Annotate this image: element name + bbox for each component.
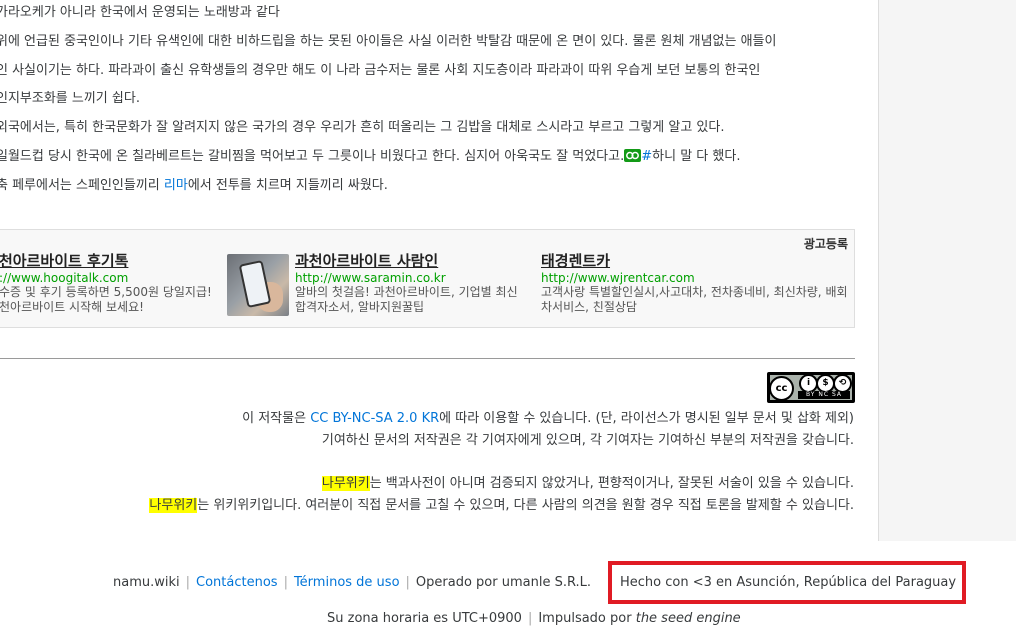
ad-url[interactable]: http://www.wjrentcar.com: [541, 271, 851, 285]
footer-secondary: Su zona horaria es UTC+0900 | Impulsado po…: [327, 610, 741, 628]
cc-badge-label: BY NC SA: [798, 391, 850, 399]
disclaimer-text: 는 백과사전이 아니며 검증되지 않았거나, 편향적이거나, 잘못된 서술이 있…: [369, 476, 854, 491]
right-gutter: [878, 0, 1016, 541]
article-line: 일월드컵 당시 한국에 온 칠라베르트는 갈비찜을 먹어보고 두 그릇이나 비웠…: [0, 148, 740, 166]
ad-item[interactable]: 태경렌트카 http://www.wjrentcar.com 고객사랑 특별할인…: [541, 250, 851, 315]
lima-link[interactable]: 리마: [164, 178, 188, 193]
article-text: 일월드컵 당시 한국에 온 칠라베르트는 갈비찜을 먹어보고 두 그릇이나 비웠…: [0, 149, 625, 164]
timezone-text: Su zona horaria es UTC+0900: [327, 611, 522, 626]
license-text: 이 저작물은: [242, 411, 311, 426]
page: 가라오케가 아니라 한국에서 운영되는 노래방과 같다 위에 언급된 중국인이나…: [0, 0, 1016, 642]
made-in-text: Hecho con <3 en Asunción, República del …: [620, 575, 957, 590]
license-line: 이 저작물은 CC BY-NC-SA 2.0 KR에 따라 이용할 수 있습니다…: [242, 410, 854, 428]
ad-title[interactable]: 천아르바이트 후기톡: [0, 250, 221, 271]
article-line: 인지부조화를 느끼기 쉽다.: [0, 91, 140, 106]
ad-box: 광고등록 천아르바이트 후기톡 ://www.hoogitalk.com 수증 …: [0, 229, 855, 328]
ad-item[interactable]: 천아르바이트 후기톡 ://www.hoogitalk.com 수증 및 후기 …: [0, 250, 221, 315]
article-line: 인 사실이기는 하다. 파라과이 출신 유학생들의 경우만 해도 이 나라 금수…: [0, 63, 761, 78]
engine-name: the seed engine: [635, 611, 741, 626]
namuwiki-highlight: 나무위키: [321, 476, 370, 491]
cc-license-link[interactable]: CC BY-NC-SA 2.0 KR: [310, 411, 439, 426]
namuwiki-highlight: 나무위키: [149, 498, 198, 513]
ad-description: 수증 및 후기 등록하면 5,500원 당일지급! 천아르바이트 시작해 보세요…: [0, 285, 212, 314]
operator-text: Operado por umanle S.R.L.: [415, 575, 592, 590]
ad-url[interactable]: http://www.saramin.co.kr: [295, 271, 527, 285]
ad-item[interactable]: 과천아르바이트 사람인 http://www.saramin.co.kr 알바의…: [295, 250, 527, 315]
license-text: 에 따라 이용할 수 있습니다. (단, 라이선스가 명시된 일부 문서 및 삽…: [439, 411, 854, 426]
footer-links: namu.wiki | Contáctenos | Términos de uso | Op…: [113, 574, 591, 592]
source-link[interactable]: #: [641, 149, 652, 164]
article-text: 에서 전투를 치르며 지들끼리 싸웠다.: [187, 178, 388, 193]
article-line: 위에 언급된 중국인이나 기타 유색인에 대한 비하드립을 하는 못된 아이들은…: [0, 34, 777, 49]
cc-license-badge[interactable]: cc i $ ⟲ BY NC SA: [767, 372, 855, 403]
footer-divider: [0, 358, 855, 359]
external-link-icon[interactable]: [624, 149, 642, 162]
site-footer: namu.wiki | Contáctenos | Términos de uso | Op…: [0, 541, 1016, 642]
site-name: namu.wiki: [113, 575, 180, 590]
creative-commons-icon: cc: [769, 376, 794, 401]
ad-title[interactable]: 과천아르바이트 사람인: [295, 250, 527, 271]
powered-by-text: Impulsado por: [538, 611, 636, 626]
article-line: 외국에서는, 특히 한국문화가 잘 알려지지 않은 국가의 경우 우리가 흔히 …: [0, 120, 725, 135]
footer-separator: |: [527, 611, 533, 626]
ad-thumbnail-image[interactable]: [227, 254, 289, 316]
article-line: 축 페루에서는 스페인인들끼리 리마에서 전투를 치르며 지들끼리 싸웠다.: [0, 177, 388, 195]
footer-separator: |: [283, 575, 288, 590]
terms-link[interactable]: Términos de uso: [294, 575, 400, 590]
disclaimer-text: 는 위키위키입니다. 여러분이 직접 문서를 고칠 수 있으며, 다른 사람의 …: [197, 498, 854, 513]
article-line: 가라오케가 아니라 한국에서 운영되는 노래방과 같다: [0, 5, 280, 20]
phone-shape: [238, 259, 272, 309]
footer-separator: |: [185, 575, 191, 590]
article-text: 하니 말 다 했다.: [652, 149, 741, 164]
contact-link[interactable]: Contáctenos: [196, 575, 278, 590]
ad-title[interactable]: 태경렌트카: [541, 250, 851, 271]
ad-description: 알바의 첫걸음! 과천아르바이트, 기업별 최신 합격자소서, 알바지원꿀팁: [295, 285, 518, 314]
ad-description: 고객사랑 특별할인실시,사고대차, 전차종네비, 최신차량, 배회차서비스, 친…: [541, 285, 848, 314]
disclaimer-line: 나무위키는 위키위키입니다. 여러분이 직접 문서를 고칠 수 있으며, 다른 …: [149, 497, 854, 515]
ad-url[interactable]: ://www.hoogitalk.com: [0, 271, 221, 285]
article-text: 축 페루에서는 스페인인들끼리: [0, 178, 164, 193]
footer-separator: |: [405, 575, 410, 590]
disclaimer-line: 나무위키는 백과사전이 아니며 검증되지 않았거나, 편향적이거나, 잘못된 서…: [321, 475, 854, 493]
license-line: 기여하신 문서의 저작권은 각 기여자에게 있으며, 각 기여자는 기여하신 부…: [321, 433, 854, 448]
